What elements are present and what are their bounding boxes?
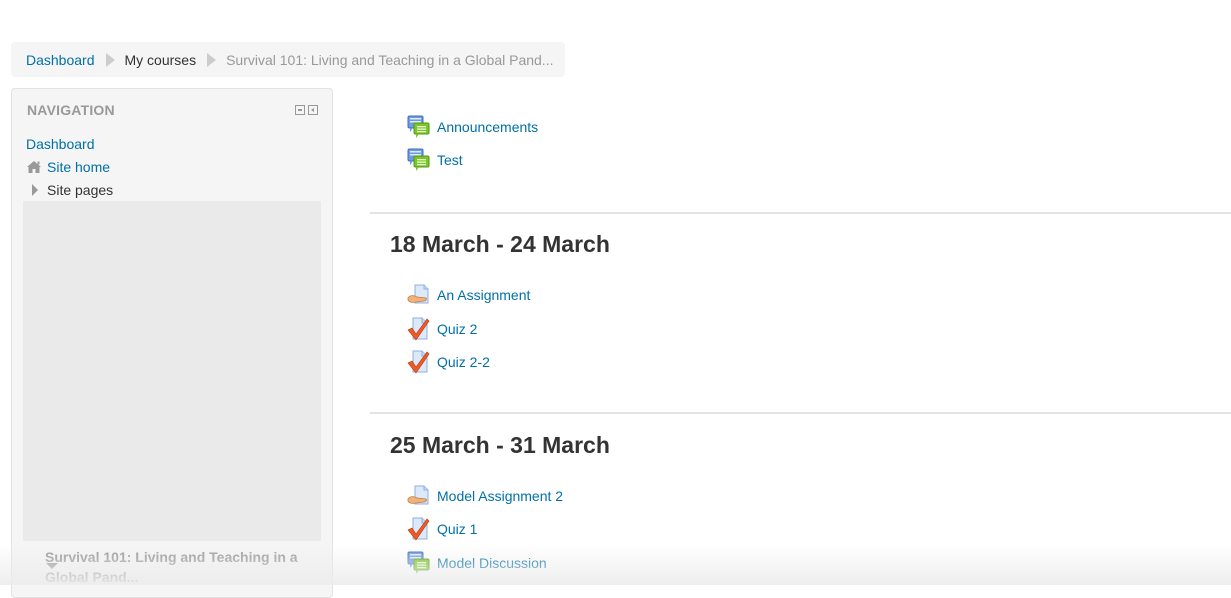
activity-link[interactable]: Quiz 1 <box>437 521 477 537</box>
nav-item-site-pages[interactable]: Site pages <box>26 178 113 201</box>
breadcrumb-dashboard[interactable]: Dashboard <box>26 52 95 68</box>
activity-link[interactable]: Model Discussion <box>437 555 547 571</box>
section-divider <box>370 412 1231 414</box>
activity-link[interactable]: Model Assignment 2 <box>437 488 563 504</box>
breadcrumb: Dashboard My courses Survival 101: Livin… <box>11 42 565 77</box>
quiz-icon <box>407 517 431 541</box>
forum-icon <box>407 115 431 139</box>
activity-quiz-1[interactable]: Quiz 1 <box>407 516 477 542</box>
triangle-right-icon <box>32 183 38 196</box>
assignment-icon <box>407 484 431 508</box>
nav-item-site-home[interactable]: Site home <box>26 155 113 178</box>
quiz-icon <box>407 317 431 341</box>
activity-model-discussion[interactable]: Model Discussion <box>407 550 547 576</box>
navigation-list: Dashboard Site home Site pages <box>26 132 113 201</box>
nav-item-current-course[interactable]: Survival 101: Living and Teaching in a G… <box>45 547 305 587</box>
breadcrumb-separator-icon <box>105 52 115 67</box>
section-title: 18 March - 24 March <box>390 231 610 257</box>
section-divider <box>370 212 1231 214</box>
nav-item-label[interactable]: Site pages <box>47 182 113 198</box>
navigation-block: NAVIGATION Dashboard Site home Site page… <box>11 88 333 598</box>
home-icon <box>27 160 41 173</box>
breadcrumb-current-course: Survival 101: Living and Teaching in a G… <box>226 51 554 68</box>
activity-link[interactable]: Test <box>437 152 463 168</box>
activity-link[interactable]: Announcements <box>437 119 538 135</box>
activity-announcements[interactable]: Announcements <box>407 114 538 140</box>
activity-link[interactable]: Quiz 2 <box>437 321 477 337</box>
activity-quiz-2[interactable]: Quiz 2 <box>407 316 477 342</box>
navigation-empty-area <box>23 201 321 541</box>
breadcrumb-my-courses[interactable]: My courses <box>125 52 197 68</box>
activity-an-assignment[interactable]: An Assignment <box>407 282 530 308</box>
activity-link[interactable]: Quiz 2-2 <box>437 354 490 370</box>
activity-test[interactable]: Test <box>407 147 463 173</box>
activity-quiz-2-2[interactable]: Quiz 2-2 <box>407 349 490 375</box>
collapse-block-icon[interactable] <box>295 105 305 115</box>
forum-icon <box>407 551 431 575</box>
nav-item-label[interactable]: Dashboard <box>26 136 95 152</box>
block-controls <box>295 105 318 115</box>
nav-item-dashboard[interactable]: Dashboard <box>26 132 113 155</box>
activity-link[interactable]: An Assignment <box>437 287 530 303</box>
navigation-header: NAVIGATION <box>27 102 115 118</box>
assignment-icon <box>407 283 431 307</box>
quiz-icon <box>407 350 431 374</box>
activity-model-assignment-2[interactable]: Model Assignment 2 <box>407 483 563 509</box>
section-title: 25 March - 31 March <box>390 432 610 458</box>
nav-item-label[interactable]: Site home <box>47 159 110 175</box>
dock-block-icon[interactable] <box>308 105 318 115</box>
breadcrumb-separator-icon <box>207 52 217 67</box>
forum-icon <box>407 148 431 172</box>
